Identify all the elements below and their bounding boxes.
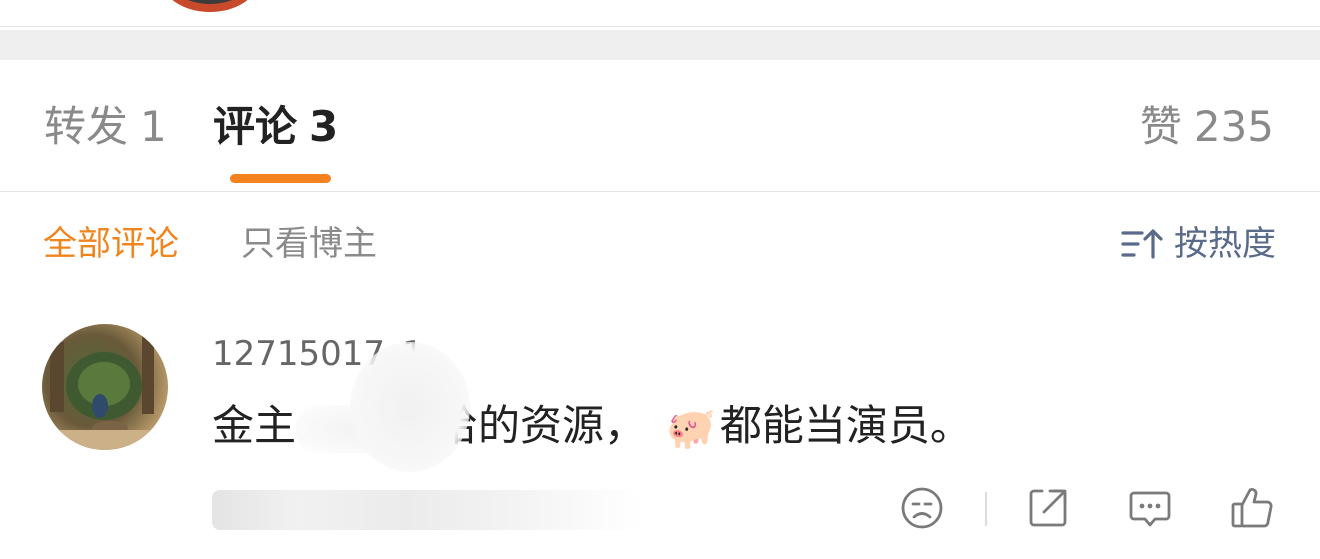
share-button[interactable] [1024,484,1072,532]
section-gap [0,30,1320,60]
comment-text-prefix: 金主 [212,401,297,450]
comment-meta-blurred [212,490,642,530]
comment-bubble-icon [1129,491,1171,527]
comment-text: 金主 给的资源， 🐖都能当演员。 [212,396,972,459]
filter-all-comments[interactable]: 全部评论 [43,222,179,266]
comment-item: 12715017_1 金主 给的资源， 🐖都能当演员。 [0,300,1320,559]
tab-bar: 转发 1 评论 3 赞 235 [0,60,1320,192]
peacock-photo-icon [42,334,168,450]
comments-page: 转发 1 评论 3 赞 235 全部评论 只看博主 按热度 12715017_1… [0,0,1320,559]
censor-smudge [350,342,470,472]
post-author-avatar[interactable] [162,0,258,12]
filter-bar: 全部评论 只看博主 按热度 [0,192,1320,292]
tab-likes-count: 235 [1193,102,1274,151]
sad-face-icon [901,487,943,529]
comment-text-suffix: 都能当演员。 [719,401,972,450]
thumbs-up-icon [1231,488,1273,528]
divider [0,26,1320,27]
action-divider [985,492,987,526]
reaction-button[interactable] [898,484,946,532]
commenter-avatar[interactable] [42,324,168,450]
tab-comments-label: 评论 [213,102,298,151]
reply-button[interactable] [1126,484,1174,532]
tab-likes[interactable]: 赞 235 [1140,102,1274,152]
tab-comments[interactable]: 评论 3 [213,102,338,152]
sort-label: 按热度 [1174,224,1276,264]
filter-blogger-only[interactable]: 只看博主 [241,222,377,266]
sort-by-hot-button[interactable]: 按热度 [1120,222,1276,266]
tab-repost-label: 转发 [44,102,129,151]
tab-repost[interactable]: 转发 1 [44,102,167,152]
active-tab-indicator [230,174,331,183]
tab-likes-label: 赞 [1139,102,1182,151]
tab-repost-count: 1 [140,102,167,151]
tab-comments-count: 3 [309,102,339,151]
sort-hot-icon [1121,229,1163,259]
share-icon [1029,489,1067,527]
pig-emoji-icon: 🐖 [666,405,716,452]
like-button[interactable] [1228,484,1276,532]
